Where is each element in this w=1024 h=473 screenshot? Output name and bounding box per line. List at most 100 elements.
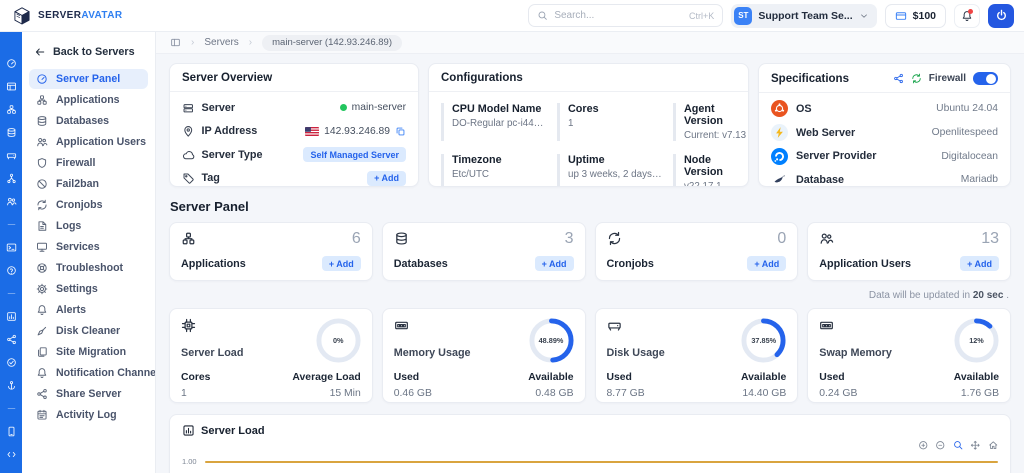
back-to-servers-button[interactable]: Back to Servers: [22, 41, 155, 68]
search-box[interactable]: Ctrl+K: [528, 4, 723, 27]
rail-item[interactable]: [0, 420, 22, 443]
sidebar-item[interactable]: Activity Log: [29, 405, 148, 425]
sidebar-item[interactable]: Databases: [29, 111, 148, 131]
sidebar-item[interactable]: Server Panel: [29, 69, 148, 89]
metric-right-label: Available: [741, 372, 786, 383]
overview-tag-row: Tag + Add: [170, 167, 418, 188]
rail-icon: [6, 311, 17, 322]
firewall-toggle[interactable]: [973, 72, 998, 85]
sidebar-item-label: Server Panel: [56, 73, 120, 85]
sidebar-item[interactable]: Application Users: [29, 132, 148, 152]
stat-add-button[interactable]: + Add: [960, 256, 999, 271]
rail-item[interactable]: [0, 443, 22, 466]
configuration-label: Timezone: [452, 154, 547, 166]
configuration-item: Node Version v22.17.1: [673, 154, 746, 187]
sidebar-item[interactable]: Disk Cleaner: [29, 321, 148, 341]
add-tag-button[interactable]: + Add: [367, 171, 406, 186]
cube-logo-icon: [12, 6, 32, 26]
rail-item[interactable]: [0, 397, 22, 420]
rail-item[interactable]: [0, 190, 22, 213]
sidebar-item[interactable]: Firewall: [29, 153, 148, 173]
configuration-value: Etc/UTC: [452, 169, 547, 180]
sidebar-item[interactable]: Logs: [29, 216, 148, 236]
rail-item[interactable]: [0, 305, 22, 328]
chart-plot-area[interactable]: 1.00: [182, 452, 998, 473]
rail-item[interactable]: [0, 213, 22, 236]
server-load-chart-card: Server Load 1.00: [169, 414, 1011, 473]
metric-icon: [394, 318, 409, 333]
balance-button[interactable]: $100: [885, 4, 946, 28]
stat-count: 6: [352, 231, 361, 247]
rail-item[interactable]: [0, 259, 22, 282]
copy-icon[interactable]: [395, 126, 406, 137]
zoom-in-icon[interactable]: [918, 440, 929, 451]
sidebar-item[interactable]: Applications: [29, 90, 148, 110]
sidebar-item-icon: [36, 346, 48, 358]
brand-logo[interactable]: SERVERAVATAR: [12, 6, 122, 26]
configuration-label: CPU Model Name: [452, 103, 547, 115]
sidebar-item[interactable]: Site Migration: [29, 342, 148, 362]
cloud-icon: [182, 149, 195, 162]
update-countdown-note: Data will be updated in 20 sec .: [171, 290, 1009, 301]
home-reset-icon[interactable]: [988, 440, 999, 451]
sidebar-item-icon: [36, 325, 48, 337]
server-panel-heading: Server Panel: [170, 199, 1010, 214]
zoom-out-icon[interactable]: [935, 440, 946, 451]
selection-zoom-icon[interactable]: [953, 440, 964, 451]
power-button[interactable]: [988, 4, 1014, 28]
rail-item[interactable]: [0, 121, 22, 144]
rail-item[interactable]: [0, 351, 22, 374]
rail-item[interactable]: [0, 144, 22, 167]
stat-add-button[interactable]: + Add: [747, 256, 786, 271]
server-overview-card: Server Overview Server main-server IP Ad…: [169, 63, 419, 187]
stat-add-button[interactable]: + Add: [322, 256, 361, 271]
sidebar-item[interactable]: Notification Channels: [29, 363, 148, 383]
metric-card: Disk Usage 37.85% Used 8.77 GB: [595, 308, 799, 403]
configuration-item: Agent Version Current: v7.13: [673, 103, 746, 141]
stat-card[interactable]: 3 Databases + Add: [382, 222, 586, 281]
specification-row: Web Server Openlitespeed: [759, 121, 1010, 145]
sidebar-item[interactable]: Troubleshoot: [29, 258, 148, 278]
stat-card[interactable]: 6 Applications + Add: [169, 222, 373, 281]
sidebar-item[interactable]: Services: [29, 237, 148, 257]
sidebar-item-label: Disk Cleaner: [56, 325, 120, 337]
rail-item[interactable]: [0, 282, 22, 305]
chevron-right-icon: ›: [249, 37, 252, 48]
rail-item[interactable]: [0, 236, 22, 259]
share-icon[interactable]: [893, 73, 904, 84]
metric-left-label: Cores: [181, 372, 210, 383]
stat-icon: [607, 231, 622, 246]
rail-item[interactable]: [0, 374, 22, 397]
sidebar-item[interactable]: Settings: [29, 279, 148, 299]
stat-card[interactable]: 13 Application Users + Add: [807, 222, 1011, 281]
metric-right-label: Available: [528, 372, 573, 383]
sidebar-item[interactable]: Share Server: [29, 384, 148, 404]
sidebar-item[interactable]: Fail2ban: [29, 174, 148, 194]
rail-item[interactable]: [0, 328, 22, 351]
sidebar-item-icon: [36, 178, 48, 190]
rail-item[interactable]: [0, 167, 22, 190]
stat-card[interactable]: 0 Cronjobs + Add: [595, 222, 799, 281]
profile-dropdown[interactable]: ST Support Team Se...: [731, 4, 876, 28]
metric-right-value: 1.76 GB: [954, 388, 999, 399]
notifications-button[interactable]: [954, 4, 980, 28]
rail-icon: [6, 242, 17, 253]
metric-right-value: 15 Min: [292, 388, 360, 399]
spec-value: Ubuntu 24.04: [936, 103, 998, 114]
chart-title: Server Load: [201, 425, 265, 437]
sidebar-item[interactable]: Cronjobs: [29, 195, 148, 215]
breadcrumb: › Servers › main-server (142.93.246.89): [156, 32, 1024, 54]
pan-icon[interactable]: [970, 440, 981, 451]
rail-item[interactable]: [0, 52, 22, 75]
stat-add-button[interactable]: + Add: [535, 256, 574, 271]
search-input[interactable]: [554, 10, 683, 21]
specifications-title: Specifications: [771, 73, 849, 85]
usage-donut: 48.89%: [528, 317, 575, 364]
rail-item[interactable]: [0, 75, 22, 98]
rail-icon: [6, 357, 17, 368]
refresh-icon[interactable]: [911, 73, 922, 84]
rail-item[interactable]: [0, 98, 22, 121]
metric-left-value: 8.77 GB: [607, 388, 645, 399]
sidebar-item[interactable]: Alerts: [29, 300, 148, 320]
breadcrumb-servers[interactable]: Servers: [204, 37, 238, 48]
